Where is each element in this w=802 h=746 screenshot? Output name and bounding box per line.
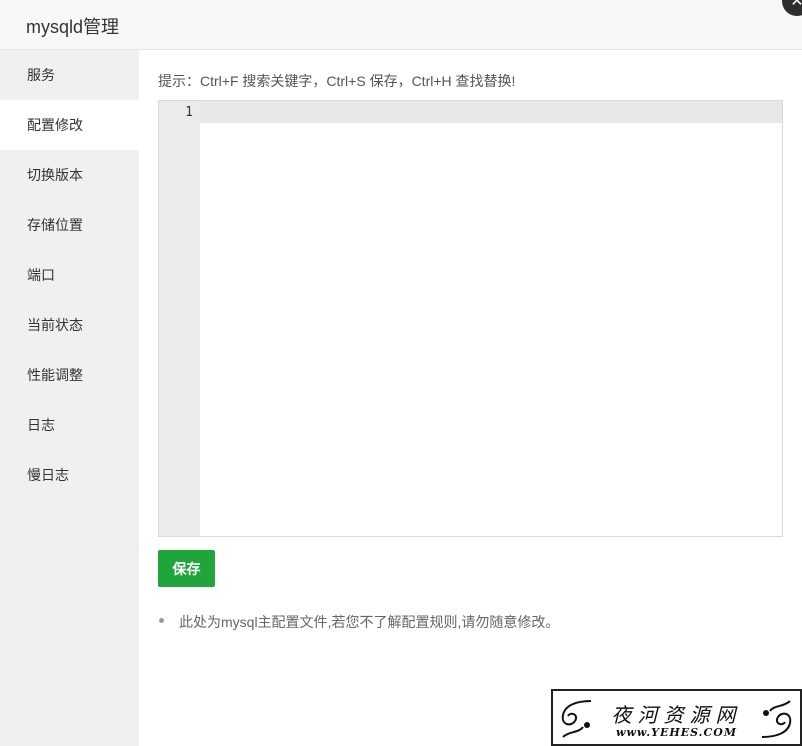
watermark-logo: 夜河资源网 www.YEHES.COM xyxy=(551,689,802,746)
sidebar-item-label: 性能调整 xyxy=(27,367,83,383)
line-number: 1 xyxy=(185,105,193,120)
bullet-icon xyxy=(159,618,164,623)
sidebar-item-service[interactable]: 服务 xyxy=(0,50,139,100)
sidebar-item-label: 配置修改 xyxy=(27,117,83,133)
dialog-titlebar: mysqld管理 xyxy=(0,0,802,50)
sidebar-item-label: 日志 xyxy=(27,417,55,433)
save-button[interactable]: 保存 xyxy=(158,550,215,587)
sidebar-item-label: 服务 xyxy=(27,67,55,83)
sidebar-item-current-status[interactable]: 当前状态 xyxy=(0,300,139,350)
editor-gutter: 1 xyxy=(159,101,200,536)
sidebar-item-label: 切换版本 xyxy=(27,167,83,183)
notes-list: 此处为mysql主配置文件,若您不了解配置规则,请勿随意修改。 xyxy=(158,612,559,632)
mysqld-manager-dialog: mysqld管理 服务 配置修改 切换版本 存储位置 端口 当前状态 性能调整 … xyxy=(0,0,802,746)
sidebar-item-label: 存储位置 xyxy=(27,217,83,233)
config-edit-panel: 提示：Ctrl+F 搜索关键字，Ctrl+S 保存，Ctrl+H 查找替换! 1… xyxy=(158,50,788,746)
sidebar-item-performance[interactable]: 性能调整 xyxy=(0,350,139,400)
sidebar-item-config-edit[interactable]: 配置修改 xyxy=(0,100,139,150)
editor-active-line[interactable] xyxy=(200,101,782,123)
sidebar-item-label: 端口 xyxy=(27,267,55,283)
sidebar-item-switch-version[interactable]: 切换版本 xyxy=(0,150,139,200)
sidebar-item-label: 当前状态 xyxy=(27,317,83,333)
ornament-icon xyxy=(761,700,792,738)
note-text: 此处为mysql主配置文件,若您不了解配置规则,请勿随意修改。 xyxy=(179,614,560,630)
sidebar-item-slow-log[interactable]: 慢日志 xyxy=(0,450,139,500)
list-item: 此处为mysql主配置文件,若您不了解配置规则,请勿随意修改。 xyxy=(158,612,559,632)
shortcut-hint: 提示：Ctrl+F 搜索关键字，Ctrl+S 保存，Ctrl+H 查找替换! xyxy=(158,73,516,89)
close-icon: ✕ xyxy=(790,0,802,10)
sidebar-item-log[interactable]: 日志 xyxy=(0,400,139,450)
sidebar-item-label: 慢日志 xyxy=(27,467,69,483)
sidebar: 服务 配置修改 切换版本 存储位置 端口 当前状态 性能调整 日志 慢日志 xyxy=(0,50,139,746)
sidebar-item-port[interactable]: 端口 xyxy=(0,250,139,300)
sidebar-item-storage-location[interactable]: 存储位置 xyxy=(0,200,139,250)
dialog-title: mysqld管理 xyxy=(26,17,120,37)
config-code-editor[interactable]: 1 xyxy=(158,100,783,537)
